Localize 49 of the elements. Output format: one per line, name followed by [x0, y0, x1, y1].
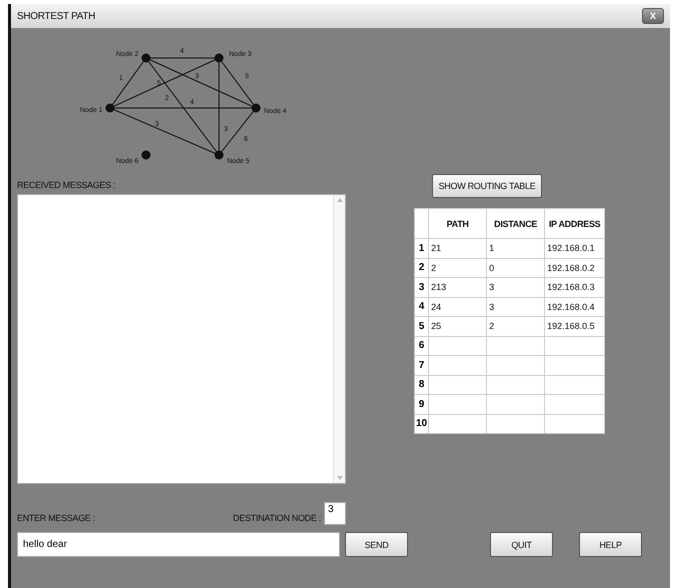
column-header: PATH [428, 208, 487, 238]
graph-node [252, 104, 260, 112]
row-number: 8 [414, 375, 429, 394]
graph-node [214, 150, 224, 160]
row-number: 10 [414, 414, 429, 434]
graph-node [214, 54, 224, 62]
table-cell: 2 [486, 316, 545, 336]
scroll-up-icon [336, 198, 342, 202]
destination-node-label: DESTINATION NODE : [233, 513, 321, 523]
table-cell: 1 [486, 238, 545, 258]
table-cell: 3 [486, 297, 545, 316]
row-number: 1 [414, 238, 429, 258]
row-number: 4 [414, 297, 429, 316]
table-cell: 0 [486, 258, 545, 278]
received-messages-label: RECEIVED MESSAGES : [17, 180, 116, 190]
graph-node [106, 104, 114, 112]
column-header: DISTANCE [486, 208, 545, 238]
message-input-field[interactable]: hello dear [17, 532, 340, 557]
row-number: 9 [414, 394, 429, 414]
table-cell: 3 [486, 278, 545, 297]
send-button[interactable]: SEND [345, 532, 408, 557]
table-cell: 213 [428, 278, 487, 297]
received-messages-area[interactable] [17, 194, 346, 484]
graph-node [142, 150, 150, 160]
destination-node-field[interactable]: 3 [324, 502, 346, 525]
help-button[interactable]: HELP [579, 532, 642, 557]
row-number: 2 [414, 258, 429, 278]
quit-button[interactable]: QUIT [490, 532, 553, 557]
row-number: 5 [414, 316, 429, 336]
table-cell: 25 [428, 316, 487, 336]
window-title: SHORTEST PATH [17, 10, 96, 22]
row-number: 7 [414, 356, 429, 375]
scroll-bar[interactable] [333, 195, 345, 483]
table-cell: 2 [428, 258, 487, 278]
column-header: IP ADDRESS [544, 208, 605, 238]
table-cell: 192.168.0.5 [544, 316, 605, 336]
table-cell: 24 [428, 297, 487, 316]
scroll-down-icon [336, 476, 342, 480]
graph-node [142, 54, 150, 62]
table-cell: 21 [428, 238, 487, 258]
table-cell: 192.168.0.1 [544, 238, 605, 258]
table-cell: 192.168.0.4 [544, 297, 605, 316]
row-number: 6 [414, 336, 429, 356]
table-cell: 192.168.0.2 [544, 258, 605, 278]
close-button[interactable]: X [642, 8, 664, 24]
show-routing-table-button[interactable]: SHOW ROUTING TABLE [432, 174, 542, 198]
row-number: 3 [414, 278, 429, 297]
enter-message-label: ENTER MESSAGE : [17, 513, 96, 523]
table-cell: 192.168.0.3 [544, 278, 605, 297]
